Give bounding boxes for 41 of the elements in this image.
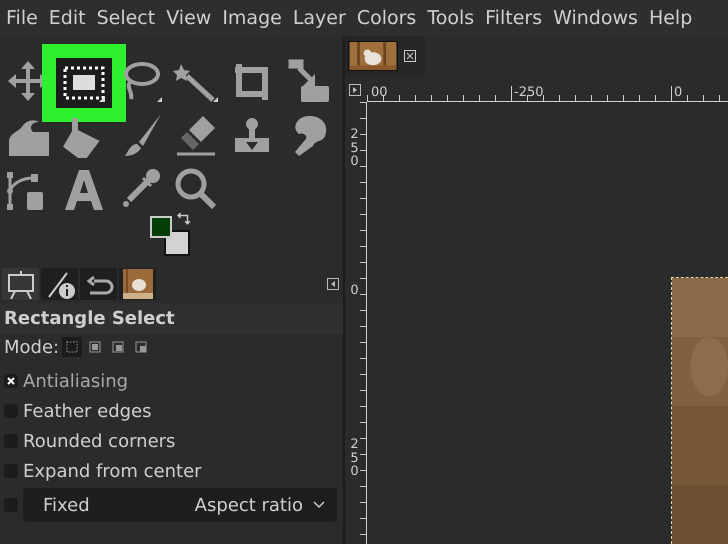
image-tab[interactable]	[348, 41, 398, 71]
menu-item[interactable]: File	[6, 4, 38, 32]
menu-item[interactable]: Image	[222, 4, 282, 32]
ruler-label: 00	[370, 86, 388, 99]
menu-item[interactable]: Colors	[356, 4, 416, 32]
swap-colors-icon[interactable]	[177, 212, 191, 226]
ruler-label: -250	[511, 86, 544, 99]
combo-value: Aspect ratio	[194, 494, 303, 518]
undo-arrows-tab[interactable]	[80, 268, 117, 300]
menu-item[interactable]: Help	[648, 4, 692, 32]
menu-item[interactable]: Filters	[485, 4, 542, 32]
quick-mask-icon[interactable]	[349, 84, 361, 96]
images-tab[interactable]	[119, 268, 156, 300]
checkbox-label: Expand from center	[23, 460, 202, 484]
mode-label: Mode:	[4, 336, 60, 360]
menu-item[interactable]: Edit	[48, 4, 86, 32]
menu-item[interactable]: View	[166, 4, 212, 32]
ruler-label: 0	[671, 86, 682, 99]
fixed-ratio-combo[interactable]: Fixed Aspect ratio	[23, 488, 337, 522]
ruler-label: 250	[349, 438, 360, 479]
easel-tab[interactable]	[2, 268, 39, 300]
rectangle-select-icon[interactable]	[56, 58, 112, 108]
checkbox-label: Feather edges	[23, 400, 152, 424]
chevron-icon	[313, 501, 325, 509]
ruler-label: 0	[349, 284, 360, 298]
pen-info-tab[interactable]	[41, 268, 78, 300]
mode-icon[interactable]	[62, 337, 82, 357]
ruler-label: 250	[349, 128, 360, 169]
menu-item[interactable]: Windows	[553, 4, 638, 32]
menu-item[interactable]: Layer	[292, 4, 346, 32]
menu-item[interactable]: Select	[96, 4, 156, 32]
background-color-swatch[interactable]	[164, 230, 190, 256]
combo-label: Fixed	[43, 494, 90, 518]
checkbox[interactable]	[4, 374, 18, 388]
foreground-color-swatch[interactable]	[150, 216, 172, 238]
checkbox-label: Antialiasing	[23, 370, 128, 394]
menu-item[interactable]: Tools	[427, 4, 474, 32]
close-icon[interactable]	[404, 50, 416, 62]
panel-title: Rectangle Select	[0, 303, 343, 334]
configure-icon[interactable]	[327, 278, 339, 290]
checkbox-label: Rounded corners	[23, 430, 176, 454]
